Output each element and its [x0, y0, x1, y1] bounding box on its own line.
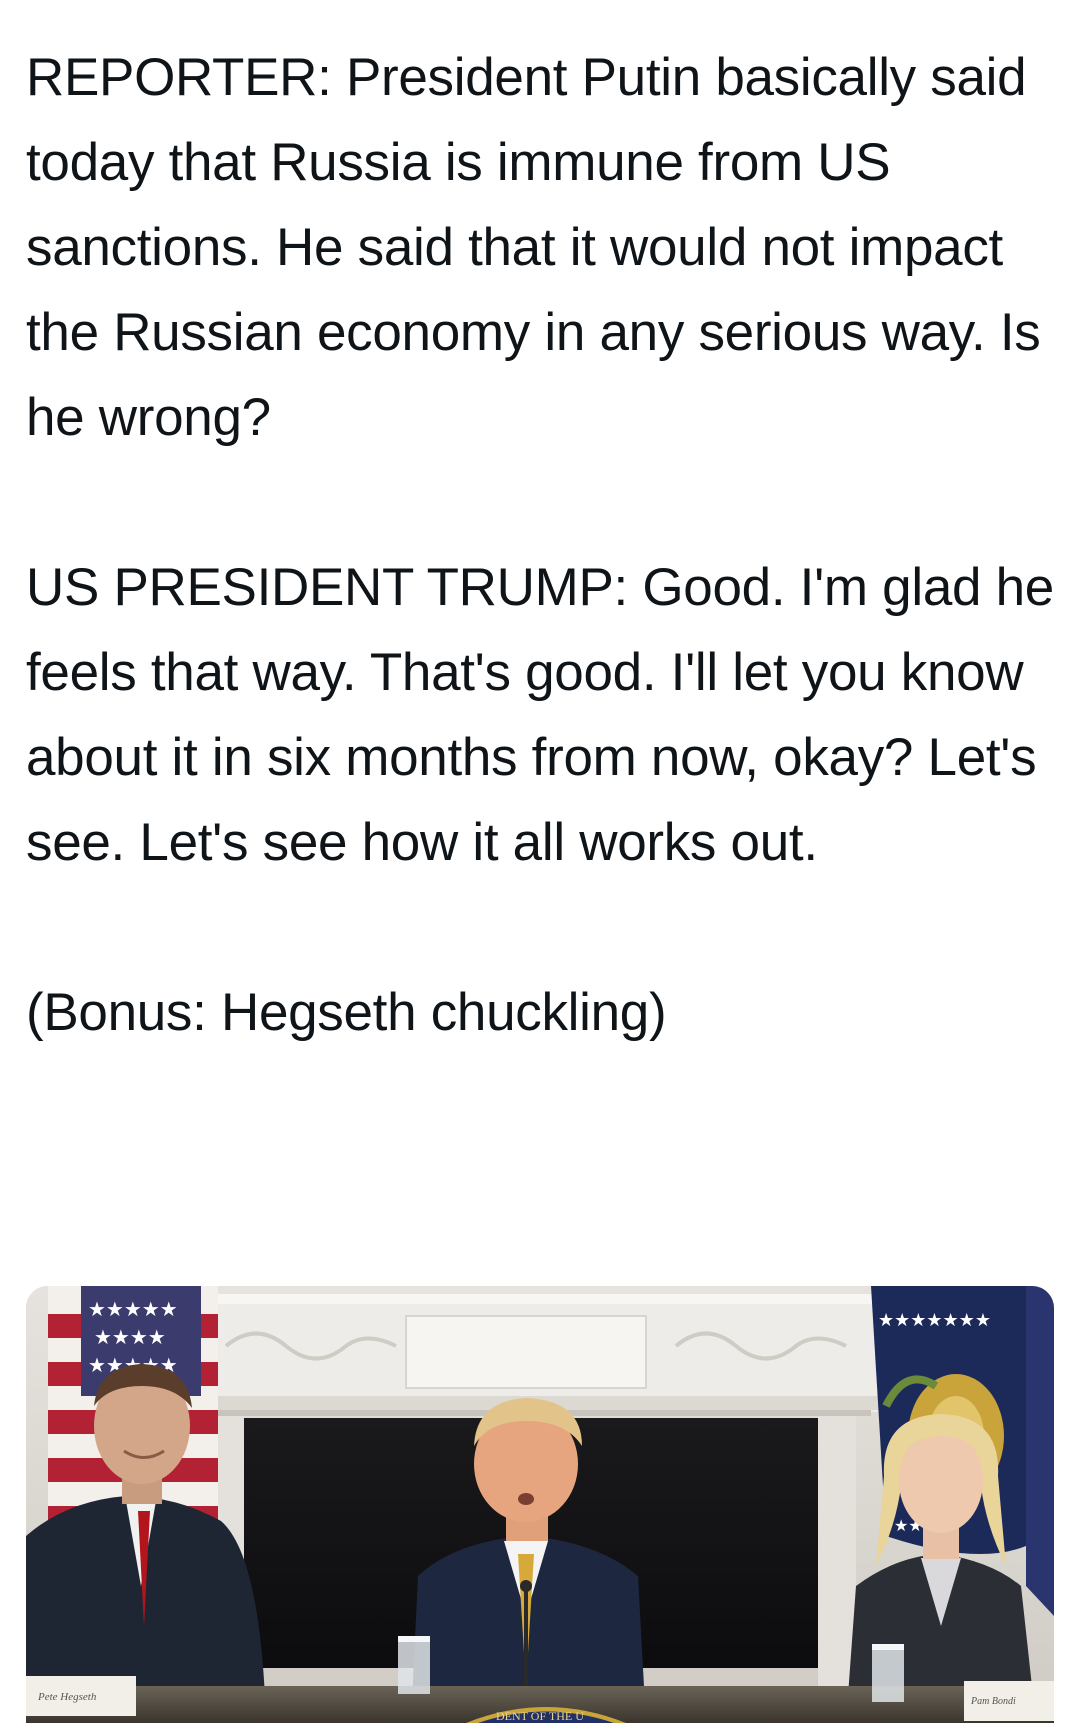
trump-paragraph: US PRESIDENT TRUMP: Good. I'm glad he fe… [26, 558, 1054, 872]
bonus-paragraph: (Bonus: Hegseth chuckling) [26, 983, 667, 1042]
reporter-paragraph: REPORTER: President Putin basically said… [26, 48, 1041, 447]
placard-left: Pete Hegseth [26, 1676, 136, 1716]
post: REPORTER: President Putin basically said… [0, 0, 1080, 1723]
mantel [176, 1294, 896, 1416]
photo-illustration: ★★★★★ ★★★★ ★★★★★ ★★★★★★★ ★★★ [26, 1286, 1054, 1723]
svg-text:Pete Hegseth: Pete Hegseth [37, 1691, 97, 1703]
svg-text:★★★★: ★★★★ [94, 1325, 166, 1349]
fireplace-column-right [818, 1416, 856, 1686]
svg-text:★★★★★★★: ★★★★★★★ [878, 1310, 991, 1331]
svg-text:Pam Bondi: Pam Bondi [970, 1696, 1016, 1707]
placard-right: Pam Bondi [964, 1681, 1054, 1721]
svg-text:DENT OF THE U: DENT OF THE U [496, 1709, 584, 1723]
post-photo[interactable]: ★★★★★ ★★★★ ★★★★★ ★★★★★★★ ★★★ [26, 1286, 1054, 1723]
svg-text:★★★★★: ★★★★★ [88, 1297, 178, 1321]
post-text: REPORTER: President Putin basically said… [26, 35, 1056, 1055]
